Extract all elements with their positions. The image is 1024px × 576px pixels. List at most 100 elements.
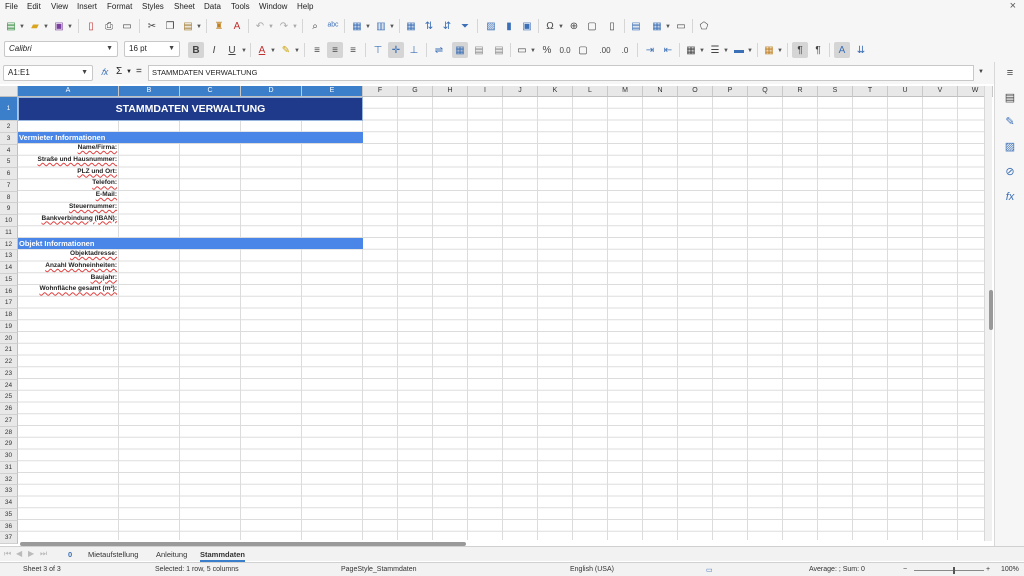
border-color-icon[interactable]: ▬ xyxy=(732,43,746,57)
tab-mietaufstellung[interactable]: Mietaufstellung xyxy=(88,550,138,559)
find-replace-icon[interactable]: ⌕ xyxy=(308,19,322,33)
chart-icon[interactable]: ▮ xyxy=(502,19,516,33)
row-header[interactable]: 18 xyxy=(0,309,18,321)
underline-icon[interactable]: U xyxy=(225,43,239,57)
field-label[interactable]: Name/Firma: xyxy=(78,144,117,151)
column-header[interactable]: E xyxy=(302,86,363,97)
show-draw-icon[interactable]: ⬠ xyxy=(697,19,711,33)
row-header[interactable]: 31 xyxy=(0,461,18,474)
column-header[interactable]: N xyxy=(643,86,678,97)
print-icon[interactable]: ⎙ xyxy=(102,19,116,33)
sum-icon[interactable]: Σ xyxy=(116,66,122,77)
row-header[interactable]: 33 xyxy=(0,485,18,497)
column-header[interactable]: J xyxy=(503,86,538,97)
zoom-out-icon[interactable]: − xyxy=(903,566,907,573)
chevron-down-icon[interactable]: ▼ xyxy=(126,69,132,75)
row-header[interactable]: 36 xyxy=(0,520,18,533)
menu-styles[interactable]: Styles xyxy=(142,2,164,11)
field-label[interactable]: Telefon: xyxy=(92,179,117,186)
menu-help[interactable]: Help xyxy=(297,2,313,11)
row-header[interactable]: 32 xyxy=(0,473,18,486)
column-header[interactable]: L xyxy=(573,86,608,97)
status-sum[interactable]: Average: ; Sum: 0 xyxy=(809,566,865,573)
row-header[interactable]: 19 xyxy=(0,320,18,333)
formula-icon[interactable]: = xyxy=(136,66,142,77)
field-label[interactable]: Objektadresse: xyxy=(70,250,117,257)
styles-icon[interactable]: ✎ xyxy=(1003,115,1017,129)
column-header[interactable]: V xyxy=(923,86,958,97)
menu-tools[interactable]: Tools xyxy=(231,2,250,11)
menu-insert[interactable]: Insert xyxy=(77,2,97,11)
column-header[interactable]: H xyxy=(433,86,468,97)
row-header[interactable]: 37 xyxy=(0,532,18,544)
row-header[interactable]: 7 xyxy=(0,179,18,192)
field-label[interactable]: Straße und Hausnummer: xyxy=(38,156,117,163)
field-label[interactable]: Bankverbindung (IBAN): xyxy=(42,215,117,222)
row-header[interactable]: 29 xyxy=(0,438,18,450)
chevron-down-icon[interactable]: ▼ xyxy=(270,48,276,54)
font-name-combo[interactable]: Calibri ▼ xyxy=(4,41,118,57)
field-label[interactable]: Wohnfläche gesamt (m²): xyxy=(39,285,117,292)
cut-icon[interactable]: ✂ xyxy=(145,19,159,33)
column-header[interactable]: K xyxy=(538,86,573,97)
row-header[interactable]: 10 xyxy=(0,215,18,227)
chevron-down-icon[interactable]: ▼ xyxy=(106,42,113,56)
align-top-icon[interactable]: ⊤ xyxy=(371,43,385,57)
paste-icon[interactable]: ▤ xyxy=(181,19,195,33)
chevron-down-icon[interactable]: ▼ xyxy=(81,66,88,80)
add-sheet-button[interactable]: 0 xyxy=(68,550,72,559)
sort-descending-icon[interactable]: ⇵ xyxy=(440,19,454,33)
zoom-slider[interactable] xyxy=(914,570,984,571)
number-format-icon[interactable]: 0.0 xyxy=(558,43,572,57)
chevron-down-icon[interactable]: ▼ xyxy=(294,48,300,54)
column-header[interactable]: B xyxy=(119,86,180,97)
row-header[interactable]: 3 xyxy=(0,132,18,145)
percent-icon[interactable]: % xyxy=(540,43,554,57)
row-header[interactable]: 2 xyxy=(0,121,18,133)
menu-data[interactable]: Data xyxy=(204,2,221,11)
chevron-down-icon[interactable]: ▼ xyxy=(699,48,705,54)
row-header[interactable]: 20 xyxy=(0,332,18,345)
autofilter-icon[interactable]: ⏷ xyxy=(458,19,472,33)
column-header[interactable]: U xyxy=(888,86,923,97)
tab-nav-prev-icon[interactable]: ◀ xyxy=(16,549,22,558)
new-icon[interactable]: ▤ xyxy=(4,19,18,33)
sidebar-menu-icon[interactable]: ≡ xyxy=(1003,66,1017,80)
date-icon[interactable]: ▢ xyxy=(576,43,590,57)
highlight-icon[interactable]: ✎ xyxy=(279,43,293,57)
menu-edit[interactable]: Edit xyxy=(27,2,41,11)
headers-footers-icon[interactable]: ▯ xyxy=(605,19,619,33)
selection-mode-icon[interactable]: ▭ xyxy=(706,566,713,574)
bold-icon[interactable]: B xyxy=(188,42,204,58)
font-size-combo[interactable]: 16 pt ▼ xyxy=(124,41,180,57)
chevron-down-icon[interactable]: ▼ xyxy=(723,48,729,54)
row-header[interactable]: 14 xyxy=(0,262,18,274)
row-header[interactable]: 6 xyxy=(0,168,18,180)
clear-format-icon[interactable]: A xyxy=(230,19,244,33)
print-preview-icon[interactable]: ▭ xyxy=(120,19,134,33)
column-header[interactable]: Q xyxy=(748,86,783,97)
tab-nav-first-icon[interactable]: ⏮ xyxy=(4,549,11,559)
properties-icon[interactable]: ▤ xyxy=(1003,91,1017,105)
row-header[interactable]: 26 xyxy=(0,403,18,415)
merge-cells-icon[interactable]: ▤ xyxy=(492,43,506,57)
text-horizontal-icon[interactable]: A xyxy=(834,42,850,58)
status-page-style[interactable]: PageStyle_Stammdaten xyxy=(341,566,417,573)
row-header[interactable]: 12 xyxy=(0,238,18,251)
close-document-icon[interactable]: × xyxy=(1010,0,1016,12)
spellcheck-icon[interactable]: ᵃᵇᶜ xyxy=(326,19,340,33)
align-bottom-icon[interactable]: ⊥ xyxy=(407,43,421,57)
row-header[interactable]: 9 xyxy=(0,203,18,215)
field-label[interactable]: E-Mail: xyxy=(96,191,117,198)
text-vertical-icon[interactable]: ⇊ xyxy=(854,43,868,57)
chevron-down-icon[interactable]: ▼ xyxy=(67,24,73,30)
image-icon[interactable]: ▨ xyxy=(484,19,498,33)
currency-icon[interactable]: ▭ xyxy=(515,43,529,57)
pivot-icon[interactable]: ▣ xyxy=(520,19,534,33)
align-left-icon[interactable]: ≡ xyxy=(310,43,324,57)
row-header[interactable]: 25 xyxy=(0,391,18,403)
chevron-down-icon[interactable]: ▼ xyxy=(241,48,247,54)
align-middle-icon[interactable]: ✛ xyxy=(388,42,404,58)
status-language[interactable]: English (USA) xyxy=(570,566,614,573)
row-header[interactable]: 22 xyxy=(0,356,18,368)
